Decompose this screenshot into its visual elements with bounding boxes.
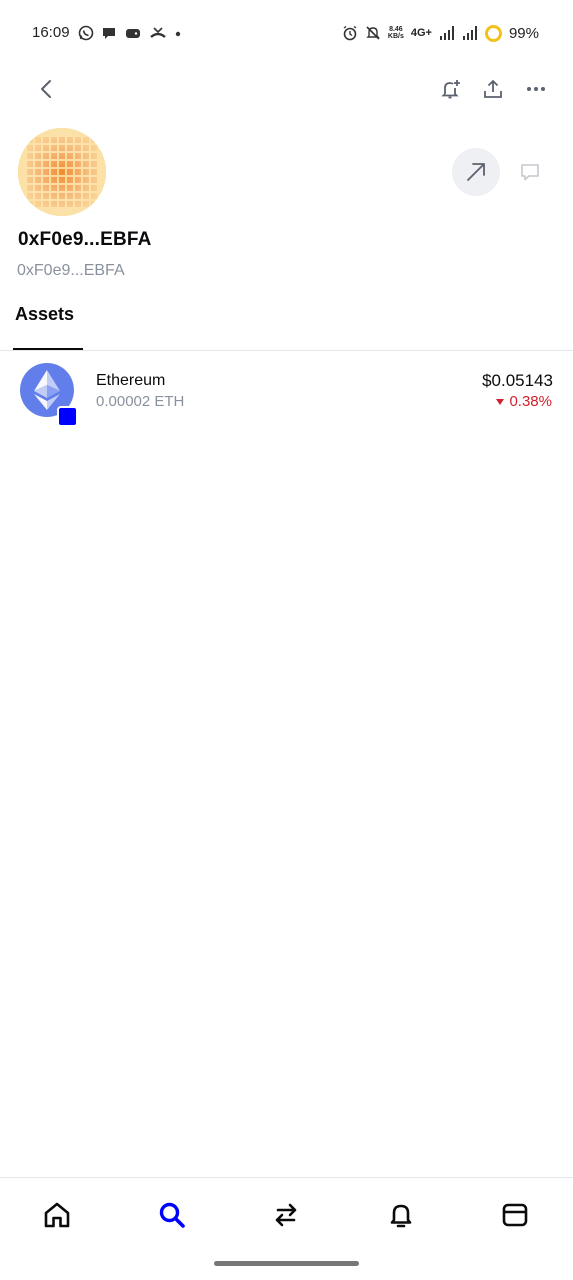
- profile-name: 0xF0e9...EBFA: [18, 229, 152, 250]
- alarm-icon: [343, 25, 357, 41]
- down-triangle-icon: [496, 398, 505, 405]
- asset-name: Ethereum: [96, 372, 166, 389]
- back-button[interactable]: [30, 74, 62, 104]
- battery-level: 99%: [508, 24, 539, 42]
- chain-badge-icon: [57, 406, 78, 427]
- bell-plus-icon: [441, 80, 460, 99]
- nav-home[interactable]: [40, 1198, 74, 1232]
- nav-swap[interactable]: [269, 1198, 303, 1232]
- status-bar: 16:09 8.46 KB/s 4G+ 99%: [0, 0, 573, 66]
- signal-icon: [439, 26, 454, 40]
- nav-search[interactable]: [155, 1198, 189, 1232]
- send-arrow-icon: [467, 163, 485, 181]
- more-icon: [527, 87, 545, 91]
- tab-assets[interactable]: Assets: [15, 304, 74, 325]
- nav-wallet[interactable]: [498, 1198, 532, 1232]
- home-icon: [44, 1202, 70, 1228]
- asset-icon: [20, 363, 78, 427]
- missed-call-icon: [150, 27, 166, 38]
- asset-amount: 0.00002 ETH: [96, 393, 185, 410]
- asset-row-ethereum[interactable]: Ethereum 0.00002 ETH $0.05143 0.38%: [0, 356, 573, 427]
- avatar-pattern-icon: [18, 128, 106, 216]
- dot-icon: [175, 31, 181, 37]
- network-type: 4G+: [410, 27, 432, 39]
- message-button[interactable]: [510, 152, 550, 192]
- status-time: 16:09: [32, 24, 70, 41]
- home-indicator[interactable]: [214, 1261, 359, 1266]
- notification-icons: [78, 24, 182, 42]
- bottom-nav-divider: [0, 1177, 573, 1178]
- signal-icon-2: [462, 26, 477, 40]
- swap-icon: [275, 1203, 297, 1227]
- bell-icon: [390, 1204, 412, 1228]
- asset-change-value: 0.38%: [509, 393, 552, 410]
- more-options-button[interactable]: [521, 74, 551, 104]
- asset-change: 0.38%: [496, 393, 552, 410]
- wallet-icon: [502, 1203, 528, 1227]
- network-speed: 8.46 KB/s: [387, 26, 404, 40]
- share-button[interactable]: [478, 74, 508, 104]
- nav-notifications[interactable]: [384, 1198, 418, 1232]
- mute-bell-icon: [366, 26, 380, 40]
- avatar: [18, 128, 106, 216]
- chat-icon: [521, 164, 539, 181]
- tab-divider: [0, 350, 573, 351]
- game-icon: [126, 29, 140, 38]
- send-button[interactable]: [452, 148, 500, 196]
- add-alert-button[interactable]: [436, 74, 466, 104]
- chat-bubble-icon: [103, 28, 115, 39]
- battery-icon: [484, 24, 502, 42]
- wallet-address[interactable]: 0xF0e9...EBFA: [17, 262, 125, 280]
- asset-value: $0.05143: [482, 371, 553, 390]
- chevron-left-icon: [41, 80, 51, 98]
- search-icon: [159, 1202, 185, 1228]
- share-icon: [484, 80, 502, 98]
- system-icons: 8.46 KB/s 4G+ 99%: [342, 22, 539, 44]
- whatsapp-icon: [78, 25, 94, 41]
